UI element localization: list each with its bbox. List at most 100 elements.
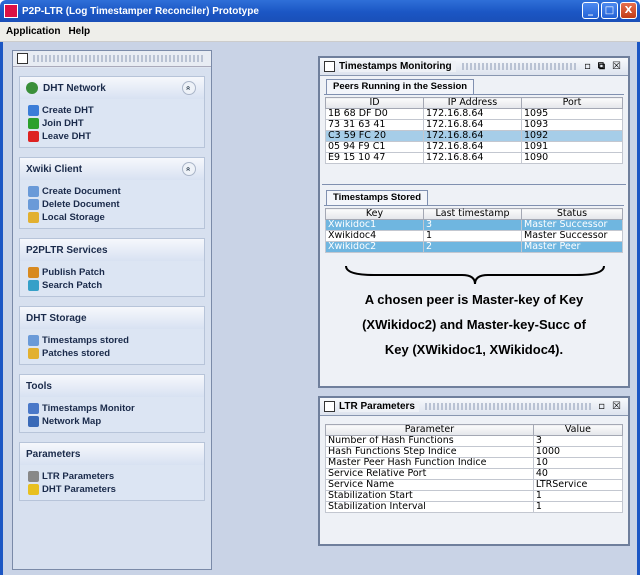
table-row[interactable]: Xwikidoc2 2 Master Peer bbox=[325, 241, 623, 253]
table-row[interactable]: Stabilization Start 1 bbox=[325, 490, 624, 502]
sidebar-item[interactable]: Timestamps stored bbox=[28, 334, 198, 347]
table-cell: Number of Hash Functions bbox=[325, 435, 534, 447]
frame-icon bbox=[324, 401, 335, 412]
sidebar-item[interactable]: Publish Patch bbox=[28, 266, 198, 279]
table-cell: Xwikidoc1 bbox=[325, 219, 424, 231]
table-cell: 172.16.8.64 bbox=[423, 152, 522, 164]
sidebar-item[interactable]: Patches stored bbox=[28, 347, 198, 360]
sidebar-item[interactable]: Join DHT bbox=[28, 117, 198, 130]
annotation-line-2: (XWikidoc2) and Master-key-Succ of bbox=[362, 317, 586, 332]
sidebar-group-header[interactable]: DHT Network « bbox=[20, 77, 204, 99]
monitor-icon bbox=[28, 403, 39, 414]
sidebar-group-header[interactable]: Tools bbox=[20, 375, 204, 397]
sidebar-item[interactable]: Delete Document bbox=[28, 198, 198, 211]
table-row[interactable]: Stabilization Interval 1 bbox=[325, 501, 624, 513]
sidebar-item-label: LTR Parameters bbox=[42, 471, 115, 482]
table-row[interactable]: Xwikidoc4 1 Master Successor bbox=[325, 230, 623, 242]
table-row[interactable]: E9 15 10 47 172.16.8.64 1090 bbox=[325, 152, 623, 164]
globe-icon bbox=[28, 105, 39, 116]
sidebar-group: P2PLTR Services Publish Patch Search Patch bbox=[19, 238, 205, 297]
column-header-last-timestamp[interactable]: Last timestamp bbox=[423, 208, 522, 220]
search-icon bbox=[28, 280, 39, 291]
sidebar-item-label: Search Patch bbox=[42, 280, 103, 291]
window-title: P2P-LTR (Log Timestamper Reconciler) Pro… bbox=[22, 5, 259, 17]
column-header-id[interactable]: ID bbox=[325, 97, 424, 109]
column-header-parameter[interactable]: Parameter bbox=[325, 424, 534, 436]
sidebar-item-label: Publish Patch bbox=[42, 267, 105, 278]
minimize-frame-icon[interactable]: ▫ bbox=[584, 61, 591, 72]
sidebar-item[interactable]: Timestamps Monitor bbox=[28, 402, 198, 415]
sidebar-item-label: Delete Document bbox=[42, 199, 120, 210]
sidebar-item[interactable]: DHT Parameters bbox=[28, 483, 198, 496]
network-icon bbox=[26, 82, 38, 94]
sidebar-item-label: Timestamps Monitor bbox=[42, 403, 135, 414]
close-frame-icon[interactable]: ☒ bbox=[612, 61, 621, 72]
sidebar-item[interactable]: Network Map bbox=[28, 415, 198, 428]
sidebar-group-header[interactable]: Parameters bbox=[20, 443, 204, 465]
sidebar-group-title: Tools bbox=[26, 380, 52, 392]
table-cell: LTRService bbox=[532, 479, 624, 491]
annotation-text: A chosen peer is Master-key of Key (XWik… bbox=[324, 287, 624, 362]
table-cell: 1092 bbox=[521, 130, 623, 142]
sidebar-item[interactable]: Create DHT bbox=[28, 104, 198, 117]
table-row[interactable]: 73 31 63 41 172.16.8.64 1093 bbox=[325, 119, 623, 131]
folder-icon bbox=[28, 348, 39, 359]
minimize-button[interactable]: _ bbox=[582, 2, 599, 19]
table-cell: Master Peer bbox=[521, 241, 623, 253]
sidebar-group-title: Xwiki Client bbox=[26, 163, 83, 175]
up-arrow-icon bbox=[28, 118, 39, 129]
sidebar-item-label: Join DHT bbox=[42, 118, 84, 129]
frame-drag-handle[interactable] bbox=[424, 403, 593, 410]
table-row[interactable]: Xwikidoc1 3 Master Successor bbox=[325, 219, 623, 231]
column-header-value[interactable]: Value bbox=[532, 424, 624, 436]
sidebar-group-header[interactable]: P2PLTR Services bbox=[20, 239, 204, 261]
sidebar-item-label: Patches stored bbox=[42, 348, 111, 359]
table-cell: 1090 bbox=[521, 152, 623, 164]
table-row[interactable]: Master Peer Hash Function Indice 10 bbox=[325, 457, 624, 469]
table-row[interactable]: 05 94 F9 C1 172.16.8.64 1091 bbox=[325, 141, 623, 153]
frame-drag-handle[interactable] bbox=[33, 55, 205, 62]
folder-icon bbox=[28, 212, 39, 223]
sidebar-group: Xwiki Client « Create Document Delete Docum… bbox=[19, 157, 205, 229]
table-cell: 1 bbox=[532, 490, 624, 502]
table-row[interactable]: Hash Functions Step Indice 1000 bbox=[325, 446, 624, 458]
table-row[interactable]: 1B 68 DF D0 172.16.8.64 1095 bbox=[325, 108, 623, 120]
table-cell: Stabilization Interval bbox=[325, 501, 534, 513]
tab-timestamps-stored[interactable]: Timestamps Stored bbox=[326, 190, 428, 205]
close-frame-icon[interactable]: ☒ bbox=[612, 401, 621, 412]
flag-icon bbox=[28, 131, 39, 142]
sidebar-group-header[interactable]: Xwiki Client « bbox=[20, 158, 204, 180]
menu-bar: Application Help bbox=[0, 22, 640, 42]
table-row[interactable]: C3 59 FC 20 172.16.8.64 1092 bbox=[325, 130, 623, 142]
column-header-status[interactable]: Status bbox=[521, 208, 623, 220]
close-button[interactable]: X bbox=[620, 2, 637, 19]
sidebar-item[interactable]: Local Storage bbox=[28, 211, 198, 224]
column-header-key[interactable]: Key bbox=[325, 208, 424, 220]
table-cell: 40 bbox=[532, 468, 624, 480]
sidebar-group-header[interactable]: DHT Storage bbox=[20, 307, 204, 329]
sidebar-item[interactable]: Search Patch bbox=[28, 279, 198, 292]
sidebar-item[interactable]: LTR Parameters bbox=[28, 470, 198, 483]
column-header-port[interactable]: Port bbox=[521, 97, 623, 109]
table-cell: Xwikidoc2 bbox=[325, 241, 424, 253]
frame-drag-handle[interactable] bbox=[461, 63, 579, 70]
menu-help[interactable]: Help bbox=[68, 26, 90, 37]
sidebar-item[interactable]: Leave DHT bbox=[28, 130, 198, 143]
table-cell: 10 bbox=[532, 457, 624, 469]
collapse-chevron-icon[interactable]: « bbox=[182, 162, 196, 176]
maximize-button[interactable]: □ bbox=[601, 2, 618, 19]
sidebar-item[interactable]: Create Document bbox=[28, 185, 198, 198]
table-cell: Master Successor bbox=[521, 230, 623, 242]
restore-frame-icon[interactable]: ⧉ bbox=[598, 61, 605, 72]
collapse-chevron-icon[interactable]: « bbox=[182, 81, 196, 95]
table-row[interactable]: Number of Hash Functions 3 bbox=[325, 435, 624, 447]
annotation-line-3: Key (XWikidoc1, XWikidoc4). bbox=[384, 342, 564, 357]
menu-application[interactable]: Application bbox=[6, 26, 60, 37]
table-row[interactable]: Service Relative Port 40 bbox=[325, 468, 624, 480]
minimize-frame-icon[interactable]: ▫ bbox=[598, 401, 605, 412]
table-cell: 3 bbox=[423, 219, 522, 231]
frame-icon bbox=[324, 61, 335, 72]
column-header-ip-address[interactable]: IP Address bbox=[423, 97, 522, 109]
tab-peers-running[interactable]: Peers Running in the Session bbox=[326, 79, 475, 94]
table-row[interactable]: Service Name LTRService bbox=[325, 479, 624, 491]
